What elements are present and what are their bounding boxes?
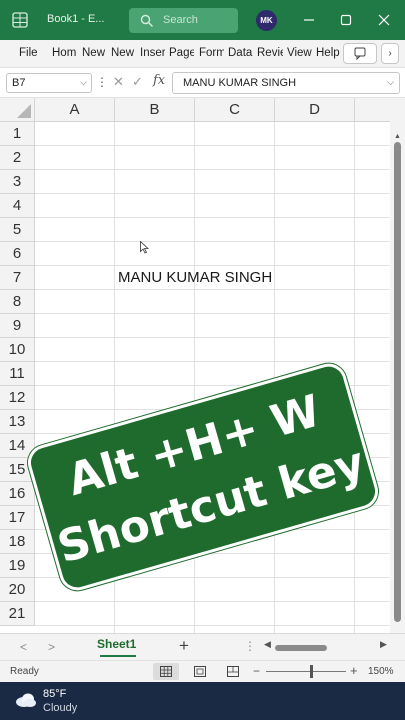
tab-view[interactable]: View [287,47,312,59]
tab-data[interactable]: Data [228,47,253,59]
excel-app-icon[interactable] [12,12,28,28]
normal-view-button[interactable] [153,663,179,680]
formula-content: MANU KUMAR SINGH [183,77,297,89]
tab-insert[interactable]: Inser [140,47,165,59]
zoom-out-button[interactable]: − [253,664,260,678]
row-header-6[interactable]: 6 [0,242,35,266]
status-ready: Ready [10,666,39,677]
weather-condition[interactable]: Cloudy [43,702,77,714]
formula-bar: B7 ⌵ ⋮ ✕ ✓ fx MANU KUMAR SINGH ⌵ [0,68,405,98]
column-header-d[interactable]: D [275,98,355,122]
search-placeholder: Search [163,14,198,26]
mouse-pointer-icon [140,241,149,254]
grid-view-icon [160,666,172,677]
row-header-2[interactable]: 2 [0,146,35,170]
zoom-slider-thumb[interactable] [310,665,313,678]
row-header-13[interactable]: 13 [0,410,35,434]
select-all-triangle-icon [17,104,31,118]
column-header-b[interactable]: B [115,98,195,122]
row-header-12[interactable]: 12 [0,386,35,410]
column-header-c[interactable]: C [195,98,275,122]
scroll-right-icon[interactable]: ▶ [380,639,387,650]
insert-function-icon[interactable]: fx [153,73,165,88]
formula-input[interactable]: MANU KUMAR SINGH ⌵ [172,72,400,94]
row-header-11[interactable]: 11 [0,362,35,386]
sheet-options-icon[interactable]: ⋮ [244,639,256,653]
row-header-10[interactable]: 10 [0,338,35,362]
search-box[interactable]: Search [129,8,238,33]
page-layout-icon [194,666,206,677]
scroll-up-icon[interactable]: ▲ [394,133,401,140]
row-header-18[interactable]: 18 [0,530,35,554]
row-header-8[interactable]: 8 [0,290,35,314]
tab-new-1[interactable]: New [82,47,106,59]
name-box-value: B7 [12,77,26,89]
row-header-19[interactable]: 19 [0,554,35,578]
document-title[interactable]: Book1 - E... [47,13,104,25]
row-header-3[interactable]: 3 [0,170,35,194]
cancel-icon[interactable]: ✕ [113,74,124,90]
chevron-down-icon[interactable]: ⌵ [80,77,87,88]
user-avatar[interactable]: MK [256,10,277,31]
comments-button[interactable] [343,43,377,64]
more-options-icon[interactable]: ⋮ [96,75,108,89]
page-layout-view-button[interactable] [187,663,213,680]
add-sheet-button[interactable]: + [179,636,189,656]
comment-icon [354,47,366,61]
row-header-21[interactable]: 21 [0,602,35,626]
cell-b7[interactable]: MANU KUMAR SINGH [118,269,272,286]
tab-file[interactable]: File [19,47,41,59]
name-box[interactable]: B7 ⌵ [6,73,92,93]
cloudy-weather-icon[interactable] [14,689,38,711]
zoom-level[interactable]: 150% [368,666,394,677]
close-icon[interactable] [374,10,394,30]
row-header-16[interactable]: 16 [0,482,35,506]
minimize-icon[interactable] [299,10,319,30]
tab-formulas[interactable]: Form [199,47,224,59]
maximize-icon[interactable] [336,10,356,30]
zoom-slider-track[interactable] [266,671,346,672]
active-sheet-indicator [100,655,136,657]
tab-new-2[interactable]: New [111,47,135,59]
tab-home[interactable]: Hom [52,47,77,59]
chevron-right-icon[interactable]: > [48,640,55,654]
search-icon [140,14,153,27]
row-header-1[interactable]: 1 [0,122,35,146]
sheet-tab-sheet1[interactable]: Sheet1 [97,637,136,651]
ribbon-more-button[interactable]: › [381,43,399,64]
status-bar: Ready − + 150% [0,660,405,682]
horizontal-scroll-thumb[interactable] [275,645,327,651]
enter-check-icon[interactable]: ✓ [132,74,143,90]
windows-taskbar: 85°F Cloudy [0,682,405,720]
row-header-7[interactable]: 7 [0,266,35,290]
vertical-scroll-thumb[interactable] [394,142,401,622]
tab-review[interactable]: Revie [257,47,283,59]
title-bar: Book1 - E... Search MK [0,0,405,40]
sheet-tab-bar: < > Sheet1 + ⋮ ◀ ▶ [0,633,405,660]
scroll-left-icon[interactable]: ◀ [264,639,271,650]
column-header-a[interactable]: A [35,98,115,122]
page-break-view-button[interactable] [220,663,246,680]
zoom-in-button[interactable]: + [350,663,358,678]
expand-formula-icon[interactable]: ⌵ [387,77,394,88]
row-header-4[interactable]: 4 [0,194,35,218]
row-header-5[interactable]: 5 [0,218,35,242]
row-header-9[interactable]: 9 [0,314,35,338]
page-break-icon [227,666,239,677]
ribbon-tabs: File Hom New New Inser Page Form Data Re… [0,40,405,68]
vertical-scrollbar[interactable]: ▲ [390,98,405,633]
chevron-left-icon[interactable]: < [20,640,27,654]
weather-temperature[interactable]: 85°F [43,688,66,700]
column-header-e[interactable] [355,98,390,122]
row-header-17[interactable]: 17 [0,506,35,530]
tab-help[interactable]: Help [316,47,341,59]
select-all-corner[interactable] [0,98,35,122]
tab-page-layout[interactable]: Page [169,47,194,59]
row-header-20[interactable]: 20 [0,578,35,602]
